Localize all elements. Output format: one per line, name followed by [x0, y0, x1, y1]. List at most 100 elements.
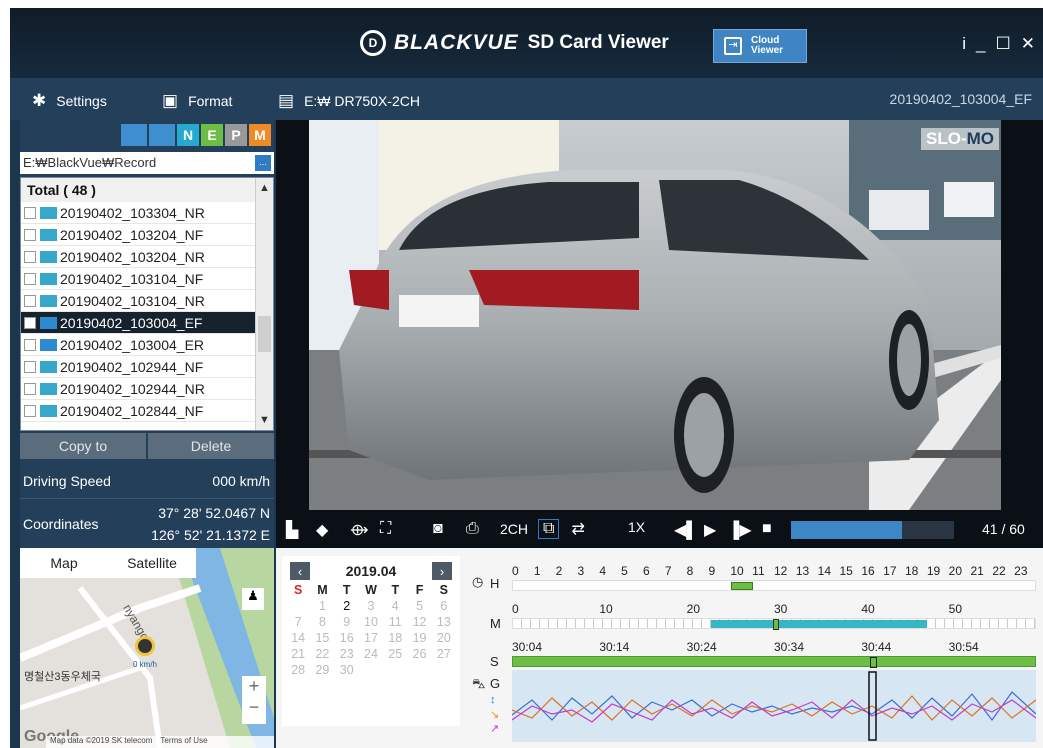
- info-button[interactable]: i: [962, 34, 966, 54]
- stop-icon[interactable]: ■: [762, 520, 772, 538]
- file-list-scrollbar[interactable]: ▲ ▼: [255, 178, 273, 430]
- calendar-day[interactable]: 2: [335, 599, 359, 613]
- file-checkbox[interactable]: [24, 316, 36, 329]
- calendar-day: 29: [315, 663, 330, 677]
- hour-bar[interactable]: [512, 580, 1036, 591]
- device-label: ▤ E:₩ DR750X-2CH: [278, 91, 420, 111]
- file-row[interactable]: 20190402_102844_NF: [21, 400, 273, 422]
- scroll-down-icon[interactable]: ▼: [259, 414, 270, 426]
- close-button[interactable]: ✕: [1021, 34, 1035, 54]
- pip-icon[interactable]: ⧉: [538, 519, 560, 539]
- zoom-in-button[interactable]: +: [242, 676, 266, 697]
- second-bar[interactable]: [512, 656, 1036, 668]
- file-checkbox[interactable]: [24, 228, 36, 241]
- hour-tick: 23: [1014, 564, 1028, 578]
- gsensor-chart[interactable]: [511, 670, 1037, 742]
- play-icon[interactable]: ▶: [704, 520, 716, 540]
- file-row[interactable]: 20190402_103304_NR: [21, 202, 273, 224]
- fullscreen-icon[interactable]: ⛶: [380, 520, 391, 538]
- calendar: ‹ 2019.04 › S M T W T F S 1 2 3 4 5 6 7 8 9 10 11 12 13 14 15…: [282, 556, 460, 726]
- map-panel[interactable]: Map Satellite nyangch 명철산3동우체국 0 km/h ♟ …: [20, 548, 274, 748]
- cloud-viewer-button[interactable]: ⇥ Cloud Viewer: [713, 29, 807, 63]
- empty-day: [286, 599, 310, 613]
- settings-button[interactable]: ✱ Settings: [32, 91, 107, 111]
- flip-icon[interactable]: ⟴: [350, 520, 369, 540]
- file-filters: NEPM: [121, 124, 271, 146]
- settings-label: Settings: [56, 93, 107, 109]
- video-type-icon: [40, 206, 57, 219]
- sd-card-icon: ▣: [162, 91, 179, 110]
- tab-map[interactable]: Map: [20, 548, 108, 578]
- file-row[interactable]: 20190402_103004_ER: [21, 334, 273, 356]
- file-checkbox[interactable]: [24, 250, 36, 263]
- snapshot-icon[interactable]: ◙: [433, 520, 443, 538]
- title-bar: D BLACKVUE SD Card Viewer ⇥ Cloud Viewer…: [10, 8, 1043, 78]
- zoom-out-button[interactable]: −: [242, 697, 266, 718]
- calendar-day: 10: [364, 615, 378, 629]
- file-row[interactable]: 20190402_103204_NF: [21, 224, 273, 246]
- file-row[interactable]: 20190402_102944_NF: [21, 356, 273, 378]
- copy-to-button[interactable]: Copy to: [20, 433, 146, 459]
- file-checkbox[interactable]: [24, 404, 36, 417]
- minute-bar[interactable]: [512, 618, 1036, 630]
- zoom-controls: + −: [242, 676, 266, 724]
- file-row[interactable]: 20190402_103104_NR: [21, 290, 273, 312]
- maximize-button[interactable]: ☐: [996, 34, 1011, 54]
- terms-link[interactable]: Terms of Use: [160, 736, 207, 748]
- browse-folder-button[interactable]: ...: [255, 155, 271, 171]
- file-name: 20190402_103104_NF: [60, 270, 204, 287]
- prev-month-button[interactable]: ‹: [290, 562, 310, 580]
- playback-speed[interactable]: 1X: [628, 519, 645, 535]
- hour-tick: 11: [752, 564, 765, 578]
- file-checkbox[interactable]: [24, 360, 36, 373]
- hour-tick: 22: [992, 564, 1006, 578]
- minimize-button[interactable]: _: [976, 34, 985, 54]
- filter-type-1[interactable]: [149, 124, 175, 146]
- cloud-login-icon: ⇥: [724, 37, 742, 55]
- audio-icon[interactable]: ◆: [316, 520, 328, 540]
- file-checkbox[interactable]: [24, 338, 36, 351]
- filter-type-0[interactable]: [121, 124, 147, 146]
- file-row[interactable]: 20190402_103104_NF: [21, 268, 273, 290]
- filter-n[interactable]: N: [177, 124, 199, 146]
- video-type-icon: [40, 294, 57, 307]
- print-icon[interactable]: ⎙: [466, 520, 479, 538]
- folder-path: E:₩BlackVue₩Record ...: [20, 152, 274, 174]
- file-name: 20190402_102944_NF: [60, 358, 204, 375]
- file-actions: Copy to Delete: [20, 433, 274, 459]
- hour-tick: 14: [817, 564, 832, 578]
- playback-progress[interactable]: [791, 521, 954, 539]
- file-name: 20190402_103004_EF: [60, 314, 203, 331]
- file-row[interactable]: 20190402_103004_EF: [21, 312, 273, 334]
- device-path: E:₩ DR750X-2CH: [304, 93, 420, 109]
- file-checkbox[interactable]: [24, 272, 36, 285]
- pegman-icon[interactable]: ♟: [242, 588, 264, 610]
- tab-satellite[interactable]: Satellite: [108, 548, 196, 578]
- previous-frame-icon[interactable]: ◀▌: [674, 520, 698, 540]
- scroll-up-icon[interactable]: ▲: [259, 182, 270, 194]
- calendar-grid: S M T W T F S 1 2 3 4 5 6 7 8 9 10 11 12 13 14 15 16 17 18 19 20 21…: [282, 580, 460, 677]
- file-checkbox[interactable]: [24, 382, 36, 395]
- drive-icon: ▤: [278, 91, 295, 110]
- file-checkbox[interactable]: [24, 206, 36, 219]
- calendar-day: 6: [440, 599, 448, 613]
- swap-camera-icon[interactable]: ⇄: [571, 519, 584, 539]
- file-checkbox[interactable]: [24, 294, 36, 307]
- next-month-button[interactable]: ›: [431, 562, 452, 580]
- file-row[interactable]: 20190402_102944_NR: [21, 378, 273, 400]
- export-icon[interactable]: ▙: [286, 520, 298, 540]
- filter-m[interactable]: M: [249, 124, 271, 146]
- next-frame-icon[interactable]: ▐▶: [728, 520, 752, 540]
- format-label: Format: [188, 93, 233, 109]
- filter-e[interactable]: E: [201, 124, 223, 146]
- filter-p[interactable]: P: [225, 124, 247, 146]
- delete-button[interactable]: Delete: [148, 433, 274, 459]
- scroll-thumb[interactable]: [258, 316, 271, 352]
- format-button[interactable]: ▣ Format: [162, 91, 232, 111]
- calendar-month: 2019.04: [345, 563, 397, 579]
- video-frame[interactable]: SLO-MO: [309, 120, 1001, 510]
- app-logo: D BLACKVUE SD Card Viewer: [360, 30, 669, 56]
- hour-tick: 15: [839, 564, 853, 578]
- file-row[interactable]: 20190402_103204_NR: [21, 246, 273, 268]
- channel-label: 2CH: [500, 521, 529, 537]
